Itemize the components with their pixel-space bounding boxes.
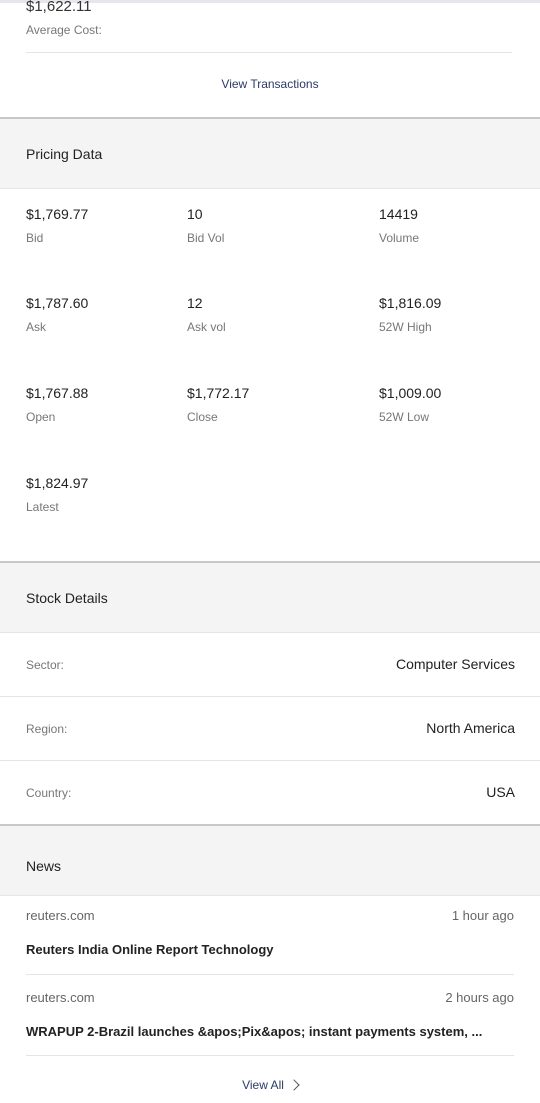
bid-vol-value: 10 [187, 206, 203, 222]
ask-vol-label: Ask vol [187, 320, 226, 334]
open-value: $1,767.88 [26, 385, 89, 401]
volume-label: Volume [379, 231, 420, 245]
sector-value: Computer Services [395, 656, 515, 672]
news-headline[interactable]: Reuters India Online Report Technology [26, 942, 514, 957]
view-all-link[interactable]: View All [0, 1078, 540, 1092]
bid-value: $1,769.77 [26, 206, 89, 222]
open-label: Open [26, 410, 56, 424]
bid-label: Bid [26, 231, 44, 245]
view-transactions-link[interactable]: View Transactions [0, 77, 540, 91]
section-title: News [26, 858, 62, 874]
volume-value: 14419 [379, 206, 418, 222]
bid-cell: $1,769.77 Bid [26, 206, 88, 245]
region-row: Region: North America [0, 697, 540, 761]
bid-vol-label: Bid Vol [187, 231, 225, 245]
close-value: $1,772.17 [187, 385, 250, 401]
ask-vol-value: 12 [187, 295, 203, 311]
news-item[interactable]: reuters.com 2 hours ago WRAPUP 2-Brazil … [26, 990, 514, 1050]
latest-label: Latest [26, 500, 59, 514]
average-cost-label: Average Cost: [26, 23, 102, 37]
high-52w-label: 52W High [379, 320, 432, 334]
region-label: Region: [26, 722, 68, 736]
latest-cell: $1,824.97 Latest [26, 475, 88, 514]
latest-value: $1,824.97 [26, 475, 89, 491]
section-title: Stock Details [26, 590, 108, 606]
divider [26, 1055, 514, 1056]
high-52w-cell: $1,816.09 52W High [379, 295, 441, 334]
pricing-grid: $1,769.77 Bid 10 Bid Vol 14419 Volume $1… [0, 189, 540, 562]
news-headline[interactable]: WRAPUP 2-Brazil launches &apos;Pix&apos;… [26, 1024, 514, 1039]
ask-label: Ask [26, 320, 47, 334]
news-time: 1 hour ago [451, 908, 514, 923]
country-row: Country: USA [0, 761, 540, 825]
low-52w-value: $1,009.00 [379, 385, 442, 401]
low-52w-label: 52W Low [379, 410, 430, 424]
news-source: reuters.com [26, 908, 95, 923]
ask-vol-cell: 12 Ask vol [187, 295, 226, 334]
country-value: USA [486, 784, 515, 800]
volume-cell: 14419 Volume [379, 206, 419, 245]
pricing-data-header: Pricing Data [0, 117, 540, 189]
chevron-right-icon [288, 1079, 300, 1091]
divider [26, 974, 514, 975]
section-title: Pricing Data [26, 146, 103, 162]
region-value: North America [426, 720, 515, 736]
average-cost-value: $1,622.11 [26, 0, 92, 15]
news-time: 2 hours ago [445, 990, 514, 1005]
news-header: News [0, 824, 540, 896]
stock-details-header: Stock Details [0, 561, 540, 633]
bid-vol-cell: 10 Bid Vol [187, 206, 224, 245]
low-52w-cell: $1,009.00 52W Low [379, 385, 441, 424]
divider [26, 52, 512, 53]
view-all-label: View All [242, 1078, 284, 1092]
news-item[interactable]: reuters.com 1 hour ago Reuters India Onl… [26, 908, 514, 968]
open-cell: $1,767.88 Open [26, 385, 88, 424]
high-52w-value: $1,816.09 [379, 295, 442, 311]
ask-cell: $1,787.60 Ask [26, 295, 88, 334]
news-source: reuters.com [26, 990, 95, 1005]
close-cell: $1,772.17 Close [187, 385, 249, 424]
sector-label: Sector: [26, 658, 65, 672]
ask-value: $1,787.60 [26, 295, 89, 311]
close-label: Close [187, 410, 218, 424]
country-label: Country: [26, 786, 72, 800]
sector-row: Sector: Computer Services [0, 633, 540, 697]
position-summary: $1,622.11 Average Cost: View Transaction… [0, 0, 540, 117]
